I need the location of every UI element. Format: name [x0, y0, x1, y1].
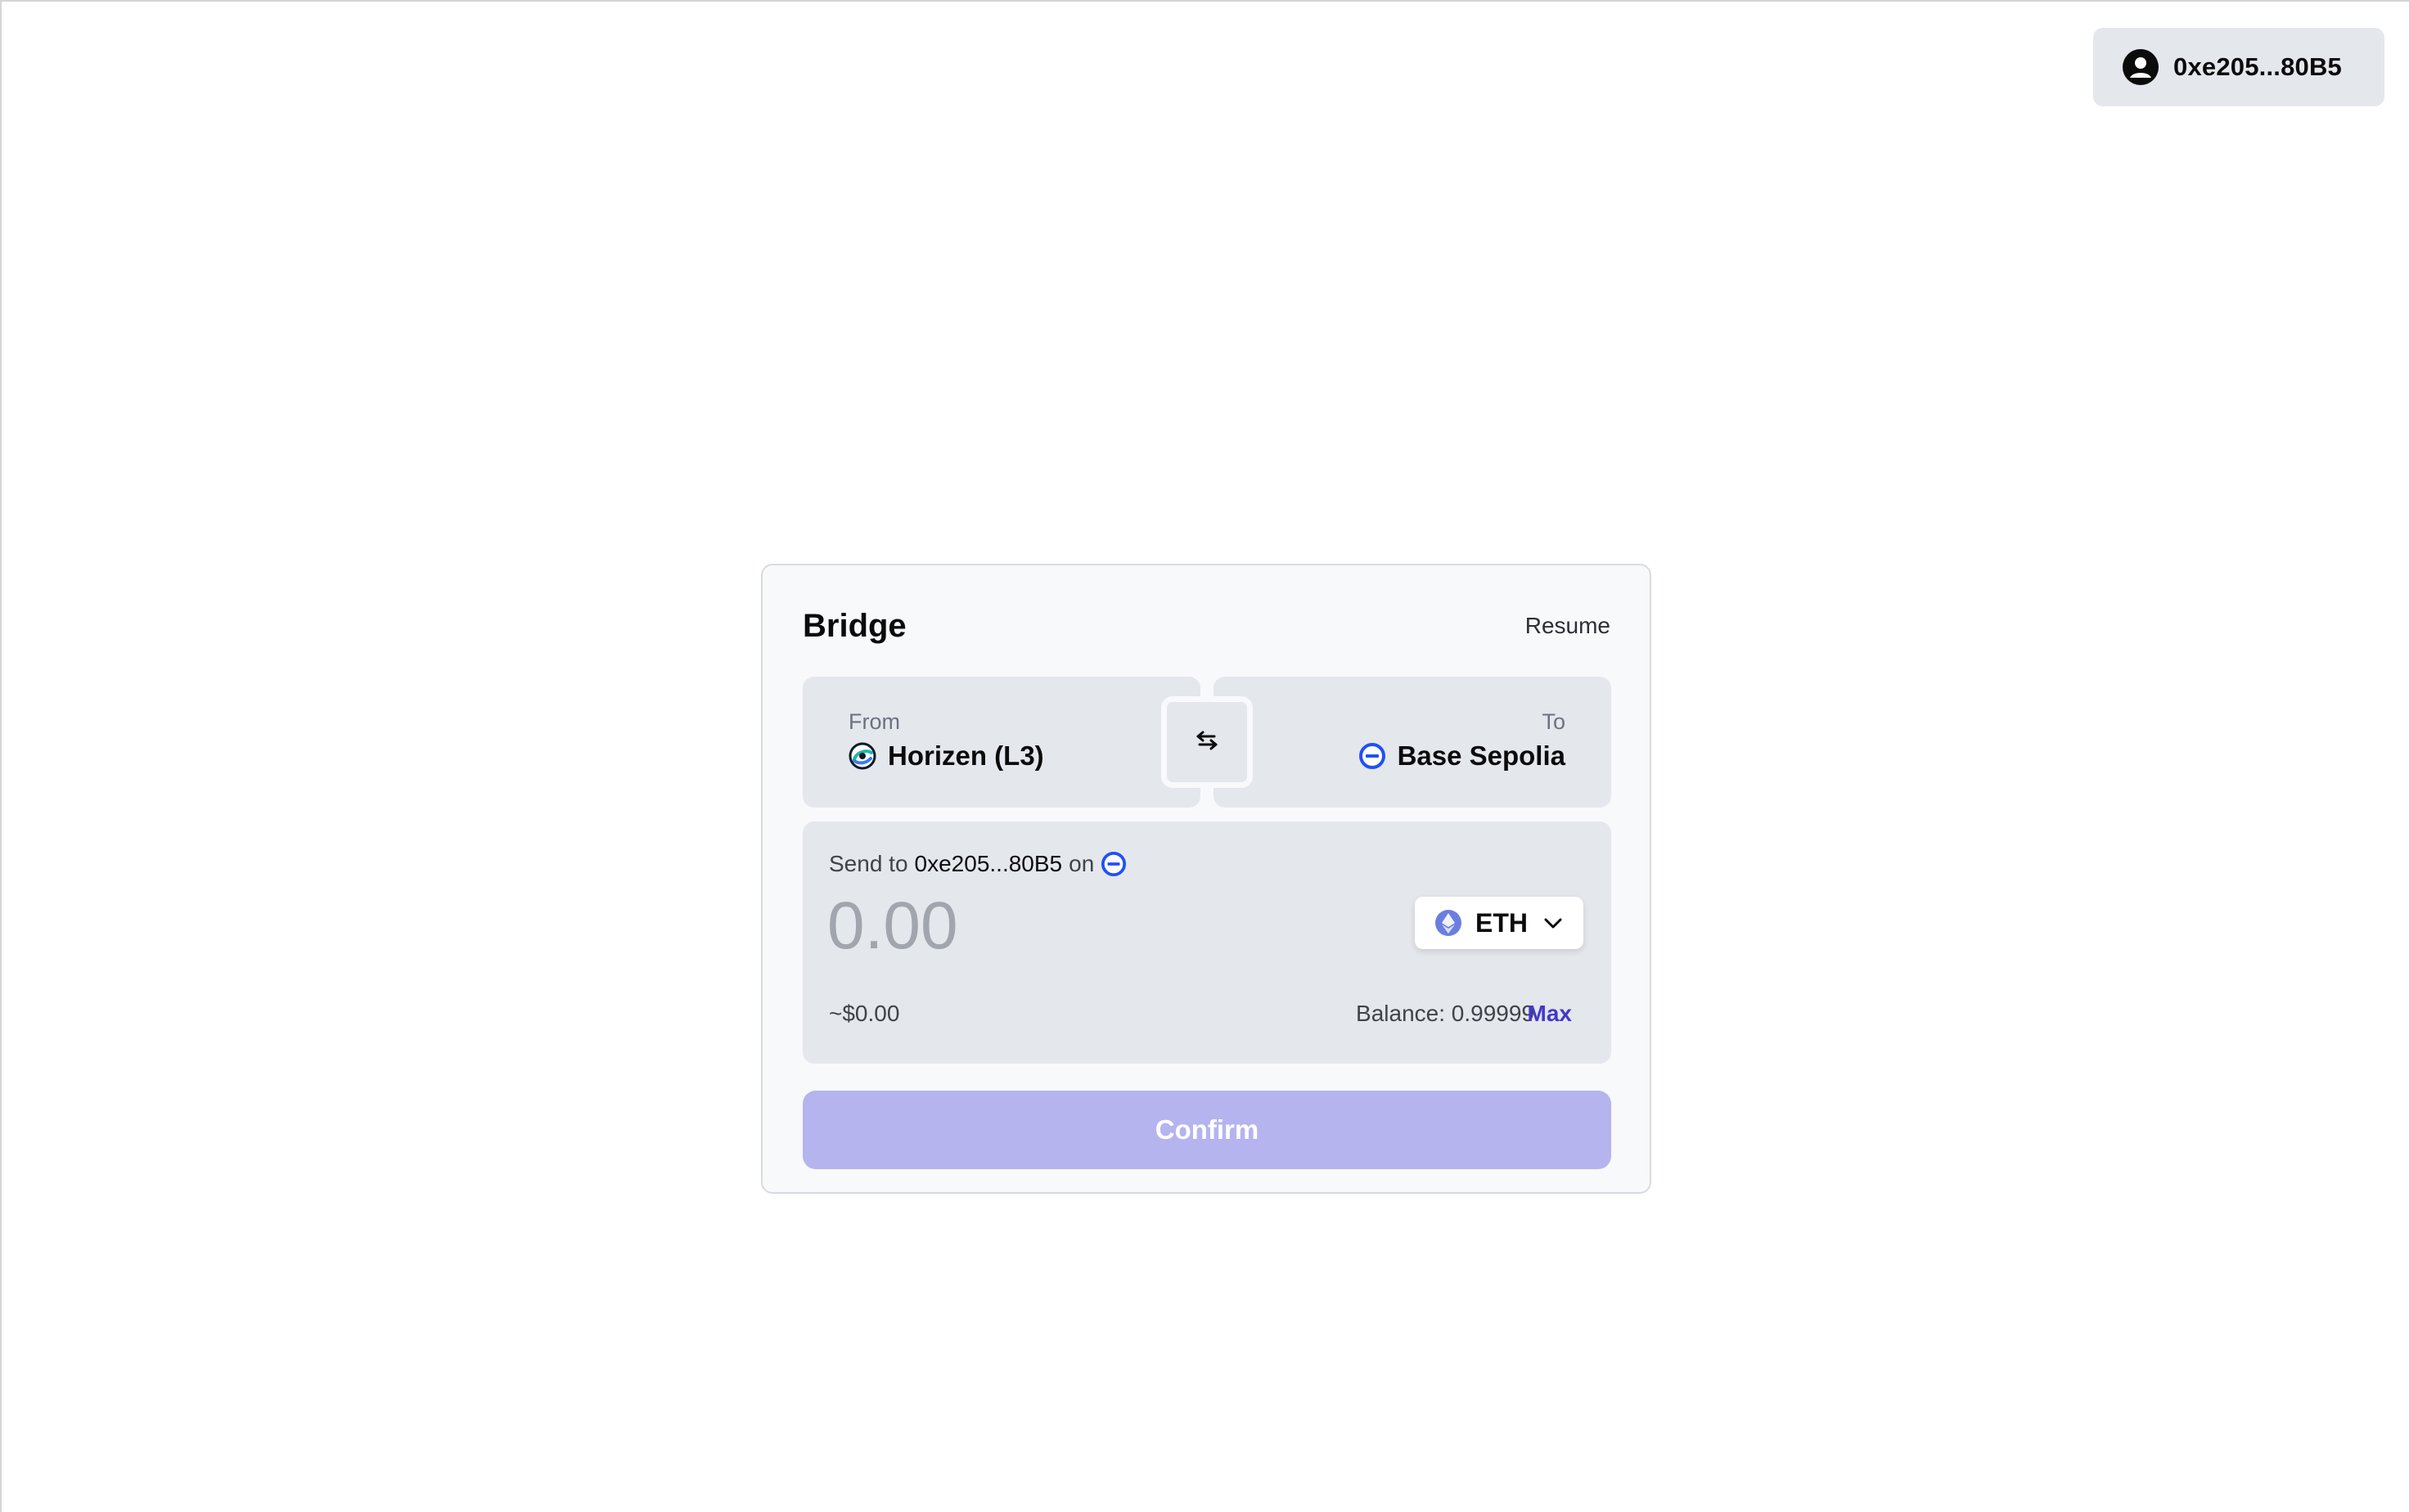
amount-input[interactable] [827, 887, 1318, 965]
base-logo-icon [1101, 851, 1127, 877]
wallet-account-button[interactable]: 0xe205...80B5 [2093, 28, 2384, 106]
usd-value: ~$0.00 [829, 1001, 900, 1026]
resume-link[interactable]: Resume [1525, 613, 1610, 639]
max-button[interactable]: Max [1528, 1001, 1572, 1027]
horizen-logo-icon [849, 742, 876, 770]
eth-icon [1434, 909, 1462, 937]
token-symbol: ETH [1475, 907, 1528, 938]
chevron-down-icon [1542, 913, 1564, 937]
recipient-address[interactable]: 0xe205...80B5 [915, 851, 1063, 877]
to-chain-name: Base Sepolia [1397, 740, 1565, 771]
swap-chains-button[interactable] [1161, 696, 1253, 788]
to-label: To [1542, 709, 1565, 734]
from-chain-selector[interactable]: From Horizen (L3) [803, 677, 1200, 808]
send-to-line: Send to 0xe205...80B5 on [829, 851, 1127, 877]
user-avatar-icon [2123, 49, 2159, 85]
balance-text: Balance: 0.99999 [1356, 1001, 1534, 1026]
base-logo-icon [1358, 742, 1386, 770]
send-to-on: on [1069, 851, 1095, 876]
from-label: From [849, 709, 900, 734]
to-chain-selector[interactable]: To Base Sepolia [1214, 677, 1611, 808]
bridge-title: Bridge [803, 608, 907, 644]
window-left-border [0, 0, 2, 1512]
wallet-address: 0xe205...80B5 [2173, 52, 2342, 81]
send-to-prefix: Send to [829, 851, 908, 876]
from-chain-name: Horizen (L3) [888, 740, 1044, 771]
window-top-border [0, 0, 2409, 2]
bridge-card: Bridge Resume From Horizen (L3) To Base … [761, 564, 1651, 1194]
swap-arrows-icon [1193, 727, 1221, 758]
confirm-button[interactable]: Confirm [803, 1091, 1611, 1169]
amount-panel: Send to 0xe205...80B5 on ETH [803, 821, 1611, 1064]
token-selector[interactable]: ETH [1415, 897, 1583, 949]
